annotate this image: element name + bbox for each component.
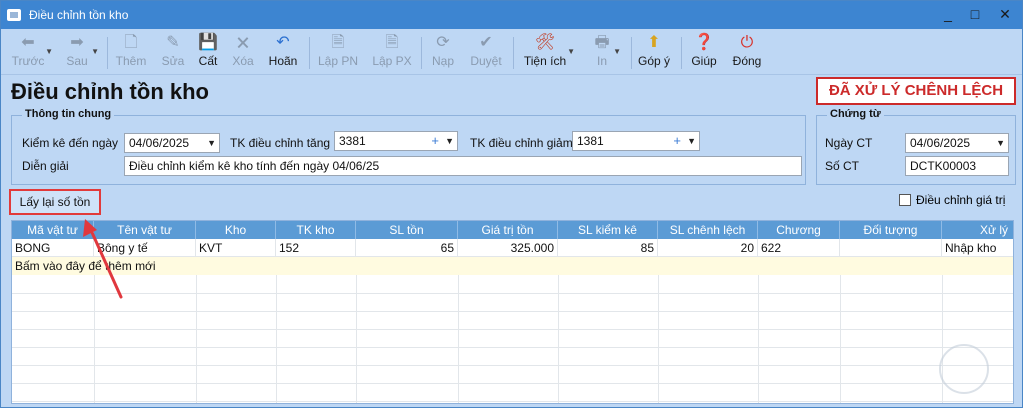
main-window: Điều chỉnh tồn kho _ □ ✕ ⬅ Trước ▼ ➡ Sau… xyxy=(0,0,1023,408)
annotation-arrow-icon xyxy=(83,219,123,299)
watermark-stamp-icon xyxy=(939,344,989,394)
